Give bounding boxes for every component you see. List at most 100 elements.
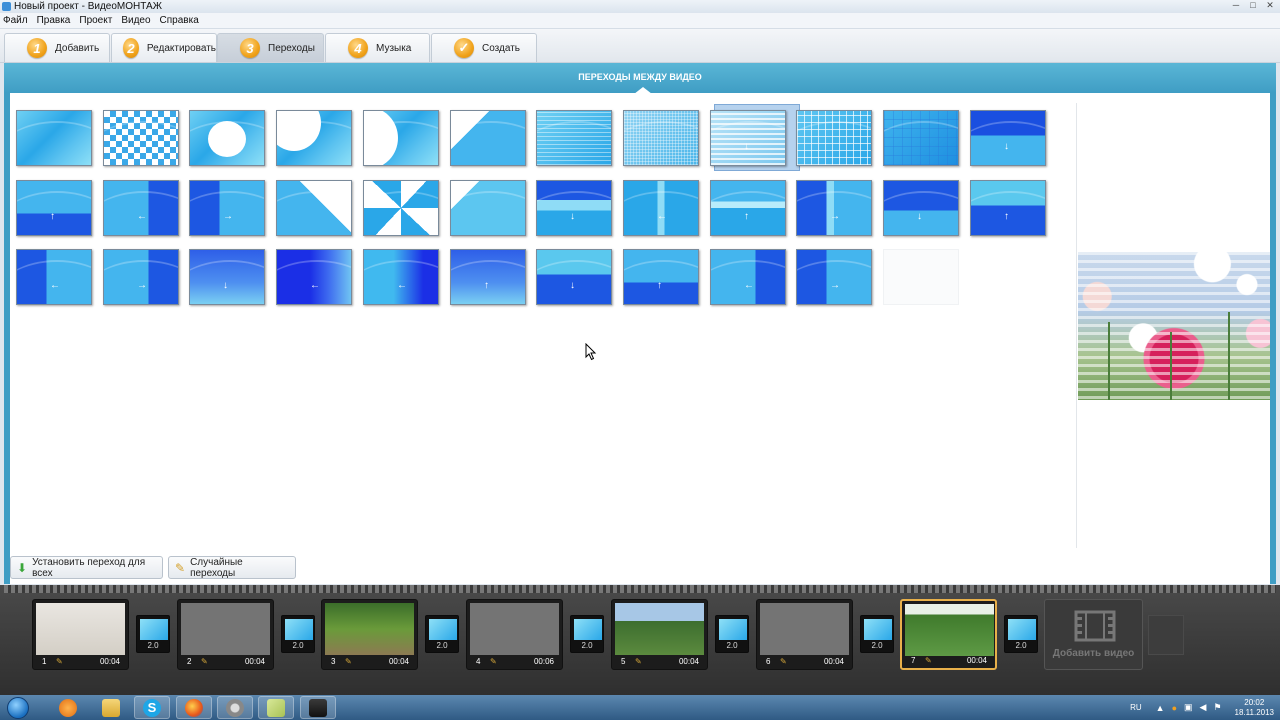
clock[interactable]: 20:02 18.11.2013	[1235, 698, 1274, 718]
transition-thumb-grid[interactable]	[796, 110, 872, 166]
tab-edit[interactable]: 2 Редактировать	[111, 33, 217, 62]
edit-pencil-icon[interactable]: ✎	[490, 657, 497, 666]
volume-icon[interactable]: ◀	[1200, 702, 1207, 713]
language-indicator[interactable]: RU	[1130, 703, 1142, 712]
direction-arrow-icon: ↓	[570, 211, 575, 222]
timeline-transition[interactable]: 2.0	[860, 615, 894, 653]
transition-thumb-horizontal-lines[interactable]	[536, 110, 612, 166]
taskbar-explorer[interactable]	[93, 696, 129, 719]
transition-thumb-split-down[interactable]: ↓	[883, 180, 959, 236]
taskbar-videomontazh[interactable]	[300, 696, 336, 719]
minimize-button[interactable]: ─	[1228, 0, 1244, 10]
transition-thumb-deep-right[interactable]: ←	[276, 249, 352, 305]
maximize-button[interactable]: □	[1245, 0, 1261, 10]
transition-thumb-split-up[interactable]: ↑	[970, 180, 1046, 236]
menu-help[interactable]: Справка	[160, 15, 199, 26]
timeline-transition[interactable]: 2.0	[281, 615, 315, 653]
transition-thumb-wipe-down[interactable]: ↓	[970, 110, 1046, 166]
tab-transitions[interactable]: 3 Переходы	[217, 33, 324, 62]
preview-area	[1078, 103, 1270, 251]
close-button[interactable]: ✕	[1262, 0, 1278, 10]
section-title: ПЕРЕХОДЫ МЕЖДУ ВИДЕО	[578, 72, 702, 82]
direction-arrow-icon: ↑	[744, 211, 749, 222]
set-transition-all-button[interactable]: ⬇ Установить переход для всех	[10, 556, 163, 579]
timeline-clip[interactable]: 2 ✎ 00:04	[177, 599, 274, 670]
clip-info: 4 ✎ 00:06	[467, 655, 562, 668]
timeline-clip[interactable]: 3 ✎ 00:04	[321, 599, 418, 670]
timeline-transition[interactable]: 2.0	[425, 615, 459, 653]
transition-thumb-fade-down[interactable]: ↓	[189, 249, 265, 305]
menu-project[interactable]: Проект	[79, 15, 112, 26]
menu-video[interactable]: Видео	[121, 15, 150, 26]
menu-file[interactable]: Файл	[3, 15, 28, 26]
taskbar-firefox[interactable]	[176, 696, 212, 719]
timeline-clip[interactable]: 6 ✎ 00:04	[756, 599, 853, 670]
flag-icon[interactable]: ⚑	[1213, 702, 1221, 713]
taskbar-video-app[interactable]	[217, 696, 253, 719]
transition-thumb-push-left[interactable]: ←	[103, 180, 179, 236]
transition-thumb-stripe-right[interactable]: →	[796, 249, 872, 305]
transition-thumb-circle-expand[interactable]: ✣	[189, 110, 265, 166]
timeline-clip[interactable]: 1 ✎ 00:04	[32, 599, 129, 670]
add-video-button[interactable]: Добавить видео	[1044, 599, 1143, 670]
transition-thumb-slide-right[interactable]: →	[103, 249, 179, 305]
transition-thumb-grid-large[interactable]	[883, 110, 959, 166]
direction-arrow-icon: →	[223, 211, 233, 222]
network-icon[interactable]: ▣	[1184, 702, 1193, 713]
edit-pencil-icon[interactable]: ✎	[635, 657, 642, 666]
direction-arrow-icon: ↓	[917, 211, 922, 222]
timeline-clip[interactable]: 5 ✎ 00:04	[611, 599, 708, 670]
transition-thumb-circle-left[interactable]	[363, 110, 439, 166]
timeline-transition[interactable]: 2.0	[1004, 615, 1038, 653]
tab-music[interactable]: 4 Музыка	[325, 33, 430, 62]
tray-app-icon[interactable]: ●	[1172, 703, 1177, 713]
transition-thumb-wave-down[interactable]: ↓	[536, 249, 612, 305]
clip-duration: 00:04	[966, 656, 987, 665]
edit-pencil-icon[interactable]: ✎	[56, 657, 63, 666]
edit-pencil-icon[interactable]: ✎	[780, 657, 787, 666]
clip-info: 1 ✎ 00:04	[33, 655, 128, 668]
menu-edit[interactable]: Правка	[37, 15, 71, 26]
transition-thumb-bar-horizontal[interactable]: ↓	[536, 180, 612, 236]
timeline-transition[interactable]: 2.0	[136, 615, 170, 653]
tab-create[interactable]: ✓ Создать	[431, 33, 537, 62]
timeline-transition[interactable]: 2.0	[570, 615, 604, 653]
transition-thumb-wave-up[interactable]: ↑	[450, 249, 526, 305]
transition-thumb-bar-horizontal-2[interactable]: ↑	[710, 180, 786, 236]
transition-thumb-drop-up[interactable]: ↑	[623, 249, 699, 305]
transition-thumb-bar-vertical-2[interactable]: →	[796, 180, 872, 236]
transition-thumb-dissolve[interactable]	[16, 110, 92, 166]
transition-thumb-diagonal-wipe[interactable]	[450, 110, 526, 166]
transition-thumb-corner-fold[interactable]	[276, 180, 352, 236]
edit-pencil-icon[interactable]: ✎	[201, 657, 208, 666]
clip-info: 6 ✎ 00:04	[757, 655, 852, 668]
timeline-clip[interactable]: 4 ✎ 00:06	[466, 599, 563, 670]
clip-thumbnail	[760, 603, 849, 655]
transition-thumb-circle-corner[interactable]	[276, 110, 352, 166]
random-transitions-button[interactable]: ✎ Случайные переходы	[168, 556, 296, 579]
transition-thumb-bar-vertical[interactable]: ←	[623, 180, 699, 236]
transition-thumb-wipe-up[interactable]: ↑	[16, 180, 92, 236]
transition-duration: 2.0	[726, 641, 738, 650]
transition-thumb-pinwheel[interactable]	[363, 180, 439, 236]
taskbar-skype[interactable]: S	[134, 696, 170, 719]
transition-thumb-deep-left[interactable]: ←	[363, 249, 439, 305]
taskbar-media-player[interactable]	[50, 696, 86, 719]
transition-thumb-checker[interactable]	[103, 110, 179, 166]
transition-thumb-stripe-left[interactable]: ←	[710, 249, 786, 305]
timeline-transition[interactable]: 2.0	[715, 615, 749, 653]
timeline-clip[interactable]: 7 ✎ 00:04	[900, 599, 997, 670]
taskbar-notes[interactable]	[258, 696, 294, 719]
transition-thumb-push-right[interactable]: →	[189, 180, 265, 236]
tab-add[interactable]: 1 Добавить	[4, 33, 110, 62]
transition-preview-image	[1078, 252, 1270, 400]
empty-transition-slot	[1148, 615, 1184, 655]
edit-pencil-icon[interactable]: ✎	[925, 656, 932, 665]
tray-expand-icon[interactable]: ▲	[1156, 703, 1165, 713]
transition-thumb-slide-left[interactable]: ←	[16, 249, 92, 305]
transition-thumb-slant[interactable]	[450, 180, 526, 236]
transition-thumb-blinds[interactable]: ↓	[710, 110, 786, 166]
edit-pencil-icon[interactable]: ✎	[345, 657, 352, 666]
start-button[interactable]	[2, 695, 34, 720]
transition-thumb-fine-mesh[interactable]	[623, 110, 699, 166]
